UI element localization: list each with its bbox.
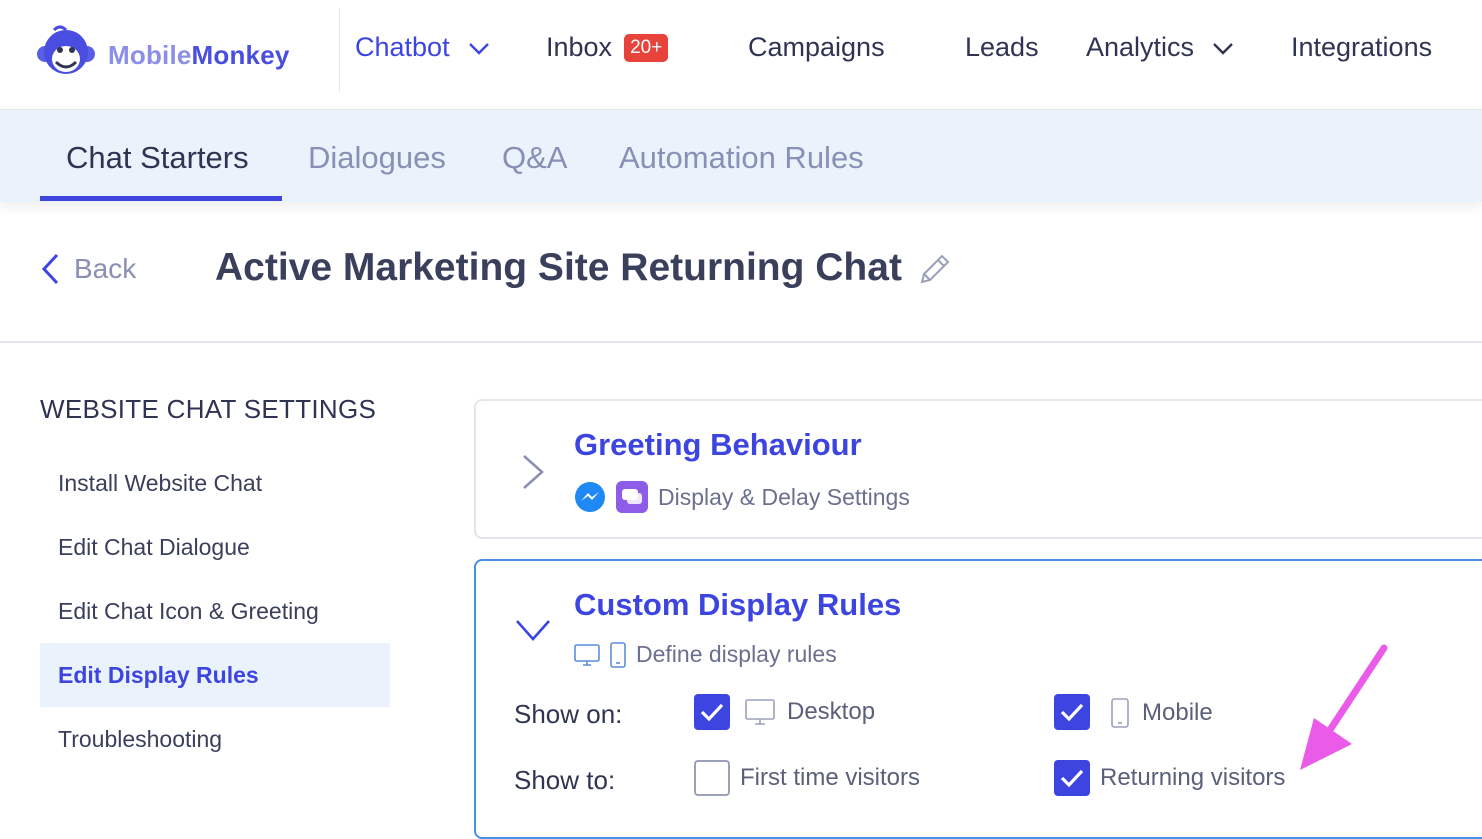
nav-analytics[interactable]: Analytics [1086, 32, 1234, 63]
greeting-behaviour-title: Greeting Behaviour [574, 427, 862, 462]
chevron-down-icon [1212, 32, 1234, 63]
tab-dialogues[interactable]: Dialogues [308, 140, 446, 176]
mobile-icon [610, 641, 626, 668]
sidebar-item-edit-chat-dialogue[interactable]: Edit Chat Dialogue [40, 515, 390, 579]
monkey-logo-icon [36, 24, 96, 87]
first-time-visitors-checkbox[interactable] [694, 760, 730, 796]
chevron-down-icon[interactable] [514, 617, 552, 648]
brand-name: MobileMonkey [108, 40, 290, 70]
sidebar-item-label: Troubleshooting [58, 725, 223, 752]
active-tab-indicator [40, 196, 282, 201]
nav-campaigns-label: Campaigns [748, 32, 885, 62]
mobile-label: Mobile [1142, 699, 1213, 726]
desktop-icon [745, 698, 775, 726]
mobile-icon [1110, 698, 1130, 728]
returning-visitors-checkbox[interactable] [1054, 760, 1090, 796]
top-navigation: MobileMonkey Chatbot Inbox 20+ Campaigns… [0, 0, 1482, 110]
inbox-count-badge: 20+ [624, 33, 669, 62]
page-title: Active Marketing Site Returning Chat [215, 246, 902, 289]
sidebar-item-label: Edit Chat Dialogue [58, 533, 250, 560]
nav-chatbot[interactable]: Chatbot [355, 32, 490, 63]
back-button[interactable]: Back [40, 252, 136, 286]
nav-divider [339, 8, 340, 92]
messenger-icon [574, 481, 606, 513]
chevron-right-icon[interactable] [520, 453, 546, 496]
nav-chatbot-label: Chatbot [355, 32, 450, 62]
sidebar-item-edit-chat-icon-greeting[interactable]: Edit Chat Icon & Greeting [40, 579, 390, 643]
desktop-label: Desktop [787, 698, 876, 725]
checkmark-icon [1060, 703, 1084, 722]
annotation-arrow-icon [1296, 644, 1392, 779]
back-label: Back [74, 253, 137, 284]
sidebar-item-label: Edit Chat Icon & Greeting [58, 597, 319, 624]
custom-display-rules-title: Custom Display Rules [574, 587, 902, 622]
checkmark-icon [1060, 769, 1084, 788]
tab-chat-starters[interactable]: Chat Starters [66, 140, 249, 176]
chevron-down-icon [468, 32, 490, 63]
first-time-visitors-label[interactable]: First time visitors [740, 764, 920, 792]
header-divider [0, 341, 1482, 343]
returning-visitors-label[interactable]: Returning visitors [1100, 764, 1285, 792]
nav-integrations-label: Integrations [1291, 32, 1433, 62]
sidebar-item-edit-display-rules[interactable]: Edit Display Rules [40, 643, 390, 707]
chatbot-subtabs: Chat Starters Dialogues Q&A Automation R… [0, 110, 1482, 202]
nav-inbox[interactable]: Inbox 20+ [546, 32, 669, 63]
chevron-left-icon [41, 253, 59, 285]
greeting-behaviour-card[interactable]: Greeting Behaviour Display & Delay Setti… [474, 399, 1482, 539]
desktop-option[interactable]: Desktop [745, 698, 875, 726]
sidebar-item-label: Edit Display Rules [58, 661, 259, 688]
greeting-behaviour-subtitle: Display & Delay Settings [574, 481, 910, 513]
show-to-label: Show to: [514, 765, 616, 795]
sidebar-item-troubleshooting[interactable]: Troubleshooting [40, 707, 390, 771]
chat-bubble-icon [616, 481, 648, 513]
custom-display-rules-subtitle: Define display rules [574, 641, 837, 668]
nav-integrations[interactable]: Integrations [1291, 32, 1432, 63]
nav-analytics-label: Analytics [1086, 32, 1195, 62]
brand-logo[interactable]: MobileMonkey [36, 24, 290, 87]
tab-automation-rules[interactable]: Automation Rules [619, 140, 864, 176]
show-on-label: Show on: [514, 699, 623, 729]
nav-leads-label: Leads [965, 32, 1039, 62]
custom-display-rules-subtitle-text: Define display rules [636, 641, 837, 667]
desktop-icon [574, 643, 600, 667]
nav-campaigns[interactable]: Campaigns [748, 32, 885, 63]
mobile-checkbox[interactable] [1054, 694, 1090, 730]
sidebar-title: WEBSITE CHAT SETTINGS [40, 394, 377, 424]
desktop-checkbox[interactable] [694, 694, 730, 730]
checkmark-icon [700, 703, 724, 722]
greeting-behaviour-subtitle-text: Display & Delay Settings [658, 483, 910, 510]
mobile-option[interactable]: Mobile [1110, 698, 1213, 728]
tab-qa[interactable]: Q&A [502, 140, 567, 176]
sidebar-item-install-website-chat[interactable]: Install Website Chat [40, 451, 390, 515]
pencil-icon[interactable] [916, 252, 952, 293]
sidebar-item-label: Install Website Chat [58, 469, 263, 496]
nav-inbox-label: Inbox [546, 32, 613, 62]
nav-leads[interactable]: Leads [965, 32, 1039, 63]
